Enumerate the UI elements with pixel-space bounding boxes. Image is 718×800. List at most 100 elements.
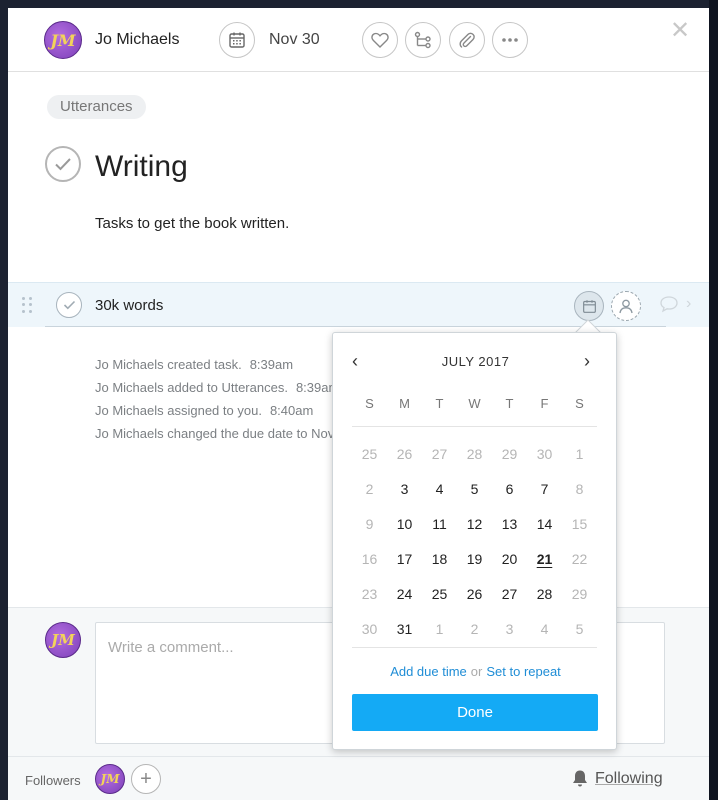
calendar-day[interactable]: 3 [387,481,422,497]
following-toggle[interactable]: Following [571,769,663,788]
calendar-day[interactable]: 2 [457,621,492,637]
calendar-day-today[interactable]: 21 [527,551,562,567]
calendar-day[interactable]: 30 [352,621,387,637]
calendar-day[interactable]: 26 [387,446,422,462]
like-button[interactable] [362,22,398,58]
calendar-day[interactable]: 5 [457,481,492,497]
calendar-day[interactable]: 3 [492,621,527,637]
drag-handle-icon[interactable] [22,297,32,313]
calendar-day[interactable]: 20 [492,551,527,567]
divider [352,647,597,648]
calendar-day[interactable]: 29 [492,446,527,462]
follower-avatar[interactable]: JM [95,764,125,794]
add-due-time-link[interactable]: Add due time [390,664,467,679]
attachment-button[interactable] [449,22,485,58]
set-to-repeat-link[interactable]: Set to repeat [486,664,560,679]
calendar-week: 2345678 [352,471,597,506]
followers-bar: Followers JM + Following [8,756,709,800]
task-header: JM Jo Michaels Nov 30 ✕ [8,8,709,72]
calendar-day[interactable]: 15 [562,516,597,532]
calendar-day[interactable]: 4 [527,621,562,637]
assignee-avatar[interactable]: JM [44,21,82,59]
calendar-day[interactable]: 31 [387,621,422,637]
weekday-label: T [505,396,514,411]
calendar-day[interactable]: 23 [352,586,387,602]
comment-bubble-icon[interactable] [659,295,679,318]
weekday-label: S [575,396,584,411]
calendar-day[interactable]: 25 [422,586,457,602]
followers-label: Followers [25,773,81,788]
calendar-day[interactable]: 30 [527,446,562,462]
heart-icon [371,32,389,48]
subtask-row[interactable]: 30k words › [8,282,709,327]
chevron-right-icon[interactable]: › [686,295,691,313]
calendar-day[interactable]: 25 [352,446,387,462]
calendar-day[interactable]: 14 [527,516,562,532]
current-user-avatar: JM [45,622,81,658]
add-follower-button[interactable]: + [131,764,161,794]
calendar-day[interactable]: 24 [387,586,422,602]
project-tag[interactable]: Utterances [47,95,146,119]
subtask-assignee-button[interactable] [611,291,641,321]
calendar-day[interactable]: 27 [492,586,527,602]
calendar-day[interactable]: 18 [422,551,457,567]
activity-item: Jo Michaels changed the due date to Nov … [95,426,335,441]
calendar-day[interactable]: 11 [422,516,457,532]
calendar-day[interactable]: 4 [422,481,457,497]
subtask-name[interactable]: 30k words [95,297,163,314]
task-description[interactable]: Tasks to get the book written. [95,215,289,232]
calendar-day[interactable]: 17 [387,551,422,567]
close-icon[interactable]: ✕ [670,19,690,43]
calendar-week: 9 10 11 12 13 14 15 [352,506,597,541]
user-icon [619,299,633,314]
more-actions-button[interactable] [492,22,528,58]
calendar-day[interactable]: 6 [492,481,527,497]
assignee-name[interactable]: Jo Michaels [95,31,179,49]
calendar-day[interactable]: 2 [352,481,387,497]
calendar-day[interactable]: 12 [457,516,492,532]
due-date-label[interactable]: Nov 30 [269,31,320,49]
calendar-day[interactable]: 7 [527,481,562,497]
comment-placeholder: Write a comment... [108,639,234,656]
calendar-day[interactable]: 29 [562,586,597,602]
calendar-week: 25 26 27 28 29 30 1 [352,436,597,471]
calendar-day[interactable]: 28 [457,446,492,462]
checkmark-icon [63,300,75,310]
calendar-day[interactable]: 9 [352,516,387,532]
calendar-day[interactable]: 16 [352,551,387,567]
checkmark-icon [55,158,71,171]
avatar-initials: JM [50,30,76,50]
calendar-day[interactable]: 5 [562,621,597,637]
calendar-day[interactable]: 10 [387,516,422,532]
subtasks-button[interactable] [405,22,441,58]
activity-feed: Jo Michaels created task. 8:39am Jo Micha… [95,357,335,449]
calendar-day[interactable]: 22 [562,551,597,567]
complete-task-button[interactable] [45,146,81,182]
activity-item: Jo Michaels assigned to you. 8:40am [95,403,314,418]
next-month-button[interactable]: › [584,351,590,372]
task-title[interactable]: Writing [95,150,188,184]
due-date-button[interactable] [219,22,255,58]
plus-icon: + [140,767,152,790]
calendar-icon [229,32,245,48]
subtask-complete-button[interactable] [56,292,82,318]
calendar-day[interactable]: 1 [562,446,597,462]
activity-item: Jo Michaels created task. 8:39am [95,357,294,372]
calendar-week: 16 17 18 19 20 21 22 [352,541,597,576]
calendar-icon [582,299,596,313]
subtask-due-date-button[interactable] [574,291,604,321]
calendar-day[interactable]: 26 [457,586,492,602]
weekday-header: SMTWTFS [352,396,597,411]
following-label: Following [595,769,663,787]
calendar-day[interactable]: 28 [527,586,562,602]
date-picker-popover: ‹ JULY 2017 › SMTWTFS 25 26 27 28 29 30 1 2 3 4 5 6… [332,332,617,750]
calendar-day[interactable]: 19 [457,551,492,567]
calendar-day[interactable]: 13 [492,516,527,532]
calendar-day[interactable]: 27 [422,446,457,462]
calendar-day[interactable]: 8 [562,481,597,497]
weekday-label: S [365,396,374,411]
calendar-grid: 25 26 27 28 29 30 1 2 3 4 5 6 7 8 9 10 11 12 13 14 15 16 17 18 1… [352,436,597,646]
done-button[interactable]: Done [352,694,598,731]
calendar-day[interactable]: 1 [422,621,457,637]
date-options: Add due time or Set to repeat [333,664,618,679]
